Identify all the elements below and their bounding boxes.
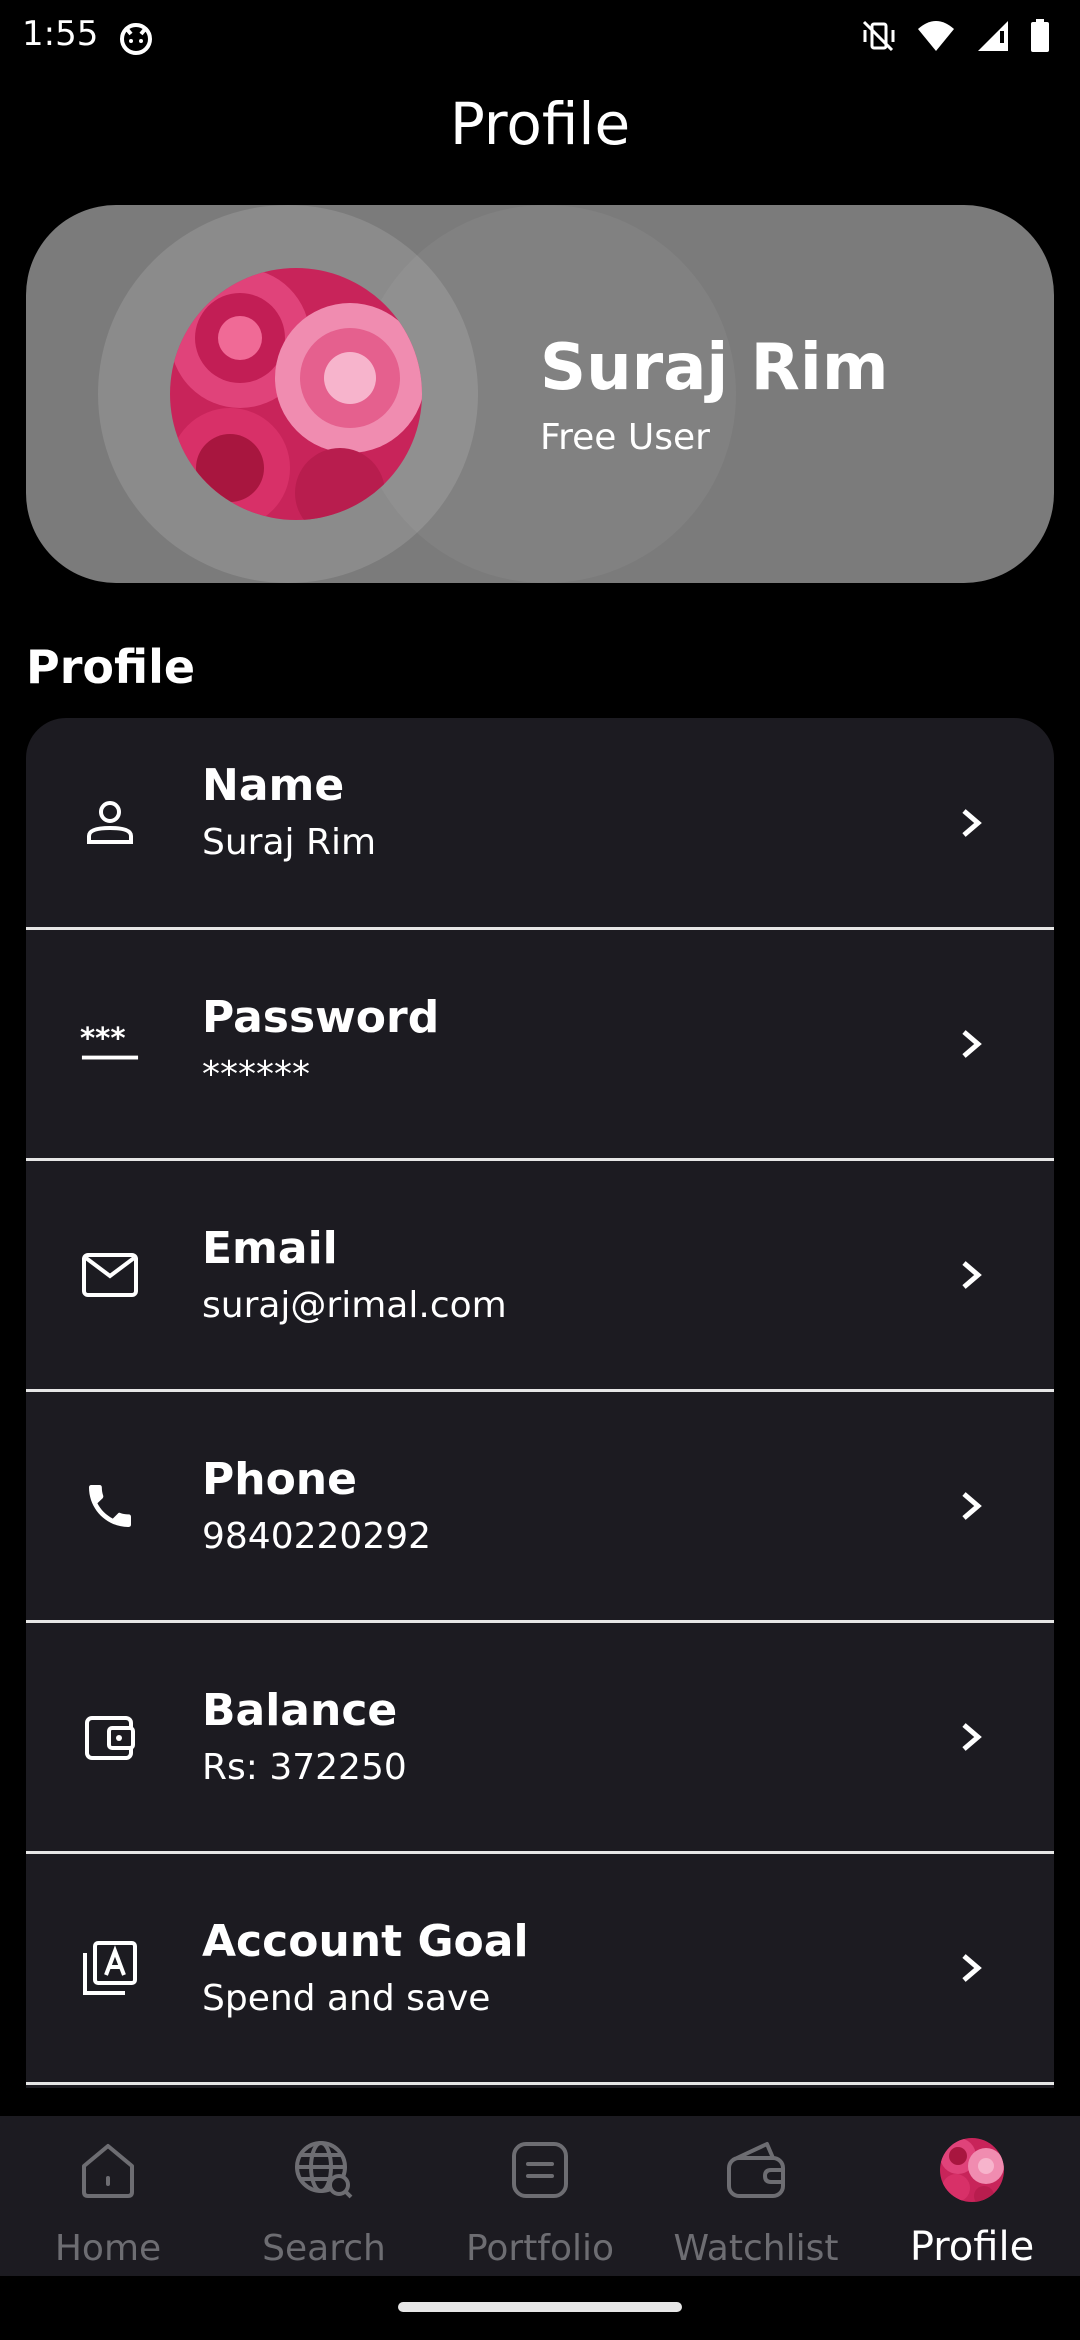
phone-icon: [80, 1392, 140, 1620]
chevron-right-icon: [960, 1854, 984, 2082]
signal-icon: [976, 19, 1010, 53]
row-value: Rs: 372250: [202, 1747, 407, 1788]
battery-icon: [1030, 19, 1050, 53]
nav-label: Home: [54, 2228, 162, 2269]
profile-subtitle: Free User: [540, 417, 710, 458]
profile-list: Name Suraj Rim *** Password ****** Email…: [26, 718, 1054, 2088]
row-title: Password: [202, 992, 440, 1043]
nav-item-watchlist[interactable]: Watchlist: [648, 2116, 864, 2276]
profile-name: Suraj Rim: [540, 331, 889, 405]
row-value: Spend and save: [202, 1978, 491, 2019]
bottom-nav: Home Search Portfolio Watchlist Profile: [0, 2116, 1080, 2276]
chevron-right-icon: [960, 1623, 984, 1851]
row-phone[interactable]: Phone 9840220292: [26, 1392, 1054, 1623]
nav-label: Profile: [909, 2224, 1035, 2270]
row-title: Account Goal: [202, 1916, 529, 1967]
wifi-icon: [916, 19, 956, 53]
page-title: Profile: [449, 90, 631, 158]
chevron-right-icon: [960, 1392, 984, 1620]
chevron-right-icon: [960, 1161, 984, 1389]
person-icon: [80, 718, 140, 927]
nav-label: Search: [262, 2228, 386, 2269]
wallet-icon: [80, 1623, 140, 1851]
home-indicator[interactable]: [398, 2302, 682, 2312]
row-title: Phone: [202, 1454, 357, 1505]
row-value: ******: [202, 1054, 310, 1095]
globe-search-icon: [292, 2138, 356, 2202]
avatar: [940, 2138, 1004, 2202]
row-title: Balance: [202, 1685, 398, 1736]
cat-notification-icon: [118, 20, 154, 56]
row-value: suraj@rimal.com: [202, 1285, 507, 1326]
row-title: Name: [202, 760, 345, 811]
row-name[interactable]: Name Suraj Rim: [26, 718, 1054, 930]
nav-item-search[interactable]: Search: [216, 2116, 432, 2276]
row-password[interactable]: *** Password ******: [26, 930, 1054, 1161]
account-box-icon: [80, 1854, 140, 2082]
row-balance[interactable]: Balance Rs: 372250: [26, 1623, 1054, 1854]
row-value: 9840220292: [202, 1516, 432, 1557]
mail-icon: [80, 1161, 140, 1389]
status-time: 1:55: [22, 14, 99, 54]
nav-label: Watchlist: [673, 2228, 839, 2269]
row-title: Email: [202, 1223, 338, 1274]
password-icon: ***: [80, 930, 140, 1158]
nav-item-portfolio[interactable]: Portfolio: [432, 2116, 648, 2276]
row-value: Suraj Rim: [202, 822, 377, 863]
portfolio-icon: [508, 2138, 572, 2202]
row-account-goal[interactable]: Account Goal Spend and save: [26, 1854, 1054, 2085]
chevron-right-icon: [960, 718, 984, 927]
home-icon: [76, 2138, 140, 2202]
chevron-right-icon: [960, 930, 984, 1158]
avatar[interactable]: [170, 268, 422, 520]
section-title: Profile: [26, 640, 196, 694]
nav-item-profile[interactable]: Profile: [864, 2116, 1080, 2276]
wallet-icon: [724, 2138, 788, 2202]
mute-vibrate-icon: [860, 18, 896, 54]
profile-card: Suraj Rim Free User: [26, 205, 1054, 583]
svg-text:***: ***: [80, 1024, 126, 1055]
row-email[interactable]: Email suraj@rimal.com: [26, 1161, 1054, 1392]
nav-item-home[interactable]: Home: [0, 2116, 216, 2276]
nav-label: Portfolio: [465, 2228, 615, 2269]
status-bar: 1:55: [0, 0, 1080, 76]
